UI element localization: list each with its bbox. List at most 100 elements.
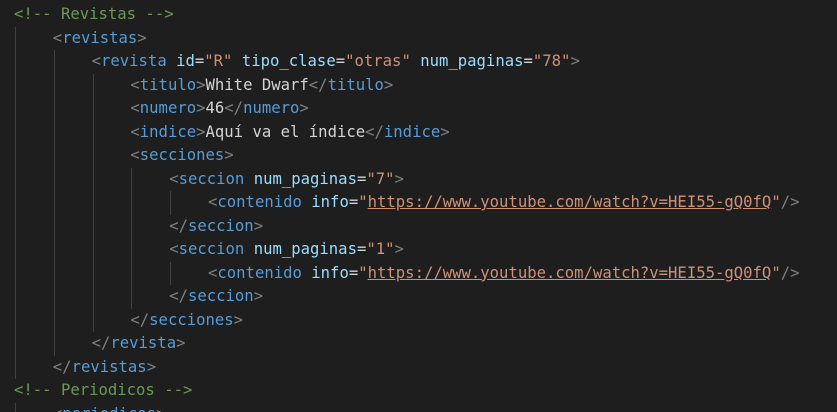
- code-token: "1": [366, 240, 395, 258]
- indent-guide: [131, 167, 133, 309]
- code-token: 46: [205, 99, 225, 117]
- code-token: indice: [139, 122, 197, 141]
- code-token: >: [196, 99, 206, 117]
- code-token: titulo: [139, 75, 197, 94]
- code-line[interactable]: <contenido info="https://www.youtube.com…: [208, 262, 800, 286]
- code-token: =: [335, 52, 346, 70]
- code-line[interactable]: <revistas>: [53, 27, 147, 51]
- code-token: ": [358, 263, 368, 282]
- code-token: contenido: [217, 193, 302, 211]
- code-line[interactable]: <seccion num_paginas="7">: [169, 168, 404, 192]
- code-line[interactable]: </revistas>: [53, 356, 156, 380]
- indent-guide: [15, 402, 16, 412]
- code-token: >: [394, 240, 404, 258]
- code-line[interactable]: <titulo>White Dwarf</titulo>: [130, 74, 393, 98]
- code-token: revistas: [62, 28, 138, 47]
- code-line[interactable]: </seccion>: [169, 285, 263, 309]
- code-line[interactable]: <revista id="R" tipo_clase="otras" num_p…: [92, 50, 580, 74]
- code-token: <: [130, 122, 140, 141]
- url-link[interactable]: https://www.youtube.com/watch?v=HEI55-gQ…: [368, 264, 772, 282]
- code-token: secciones: [149, 310, 234, 329]
- code-token: </: [130, 310, 150, 329]
- code-line[interactable]: <!-- Revistas -->: [14, 3, 174, 27]
- code-token: num_paginas: [253, 169, 357, 188]
- code-token: =: [356, 240, 367, 258]
- code-token: </: [169, 287, 188, 305]
- code-token: ": [771, 193, 781, 211]
- code-token: <: [169, 240, 179, 258]
- code-token: >: [224, 146, 234, 164]
- code-token: >: [253, 287, 264, 305]
- code-line[interactable]: <!-- Periodicos -->: [14, 379, 192, 403]
- code-token: >: [394, 169, 404, 188]
- code-token: <: [208, 263, 218, 282]
- code-token: revistas: [71, 357, 147, 376]
- indent-guide: [15, 26, 16, 379]
- code-token: secciones: [139, 146, 225, 164]
- code-token: =: [194, 52, 205, 70]
- code-token: seccion: [187, 287, 254, 305]
- code-token: <: [130, 99, 140, 117]
- code-line[interactable]: <indice>Aquí va el índice</indice>: [130, 121, 449, 145]
- code-token: />: [780, 193, 800, 211]
- code-line[interactable]: </secciones>: [130, 309, 243, 333]
- indent-guide: [170, 261, 172, 285]
- code-token: <!-- Periodicos -->: [14, 381, 193, 399]
- indent-guide: [53, 50, 55, 356]
- code-token: />: [780, 263, 800, 282]
- code-token: =: [348, 263, 359, 282]
- code-token: num_paginas: [420, 52, 524, 70]
- code-token: periodicos: [62, 405, 156, 412]
- code-token: =: [348, 193, 359, 211]
- code-line[interactable]: </revista>: [92, 332, 186, 356]
- code-token: numero: [139, 99, 197, 117]
- code-token: White Dwarf: [205, 75, 309, 94]
- code-token: <!-- Revistas -->: [14, 5, 174, 23]
- code-token: </: [308, 75, 328, 94]
- code-token: indice: [383, 122, 441, 141]
- code-token: contenido: [217, 263, 302, 282]
- code-line[interactable]: <numero>46</numero>: [130, 97, 308, 121]
- code-token: <: [130, 146, 140, 164]
- code-token: tipo_clase: [241, 52, 336, 70]
- code-token: =: [356, 169, 367, 188]
- code-line[interactable]: <seccion num_paginas="1">: [169, 238, 404, 262]
- indent-guide: [170, 191, 172, 215]
- code-line[interactable]: <contenido info="https://www.youtube.com…: [208, 191, 800, 215]
- code-token: seccion: [178, 169, 245, 188]
- code-line[interactable]: <periodicos>: [53, 403, 166, 412]
- code-token: <: [52, 28, 63, 47]
- code-token: >: [196, 75, 206, 94]
- code-token: ": [358, 193, 368, 211]
- code-token: revista: [100, 52, 167, 70]
- code-token: Aquí va el índice: [205, 122, 366, 141]
- code-token: >: [156, 405, 165, 412]
- code-token: >: [146, 357, 157, 376]
- code-token: info: [311, 263, 349, 282]
- code-token: </: [91, 334, 111, 352]
- url-link[interactable]: https://www.youtube.com/watch?v=HEI55-gQ…: [368, 193, 772, 211]
- code-token: </: [365, 122, 384, 141]
- code-token: numero: [243, 99, 300, 117]
- code-token: </: [52, 357, 72, 376]
- code-token: num_paginas: [253, 240, 357, 258]
- code-token: >: [299, 99, 309, 117]
- code-line[interactable]: </seccion>: [169, 215, 263, 239]
- code-token: titulo: [327, 75, 384, 94]
- code-token: >: [383, 75, 394, 94]
- code-token: ": [771, 263, 781, 282]
- code-editor[interactable]: <!-- Revistas --> <revistas> <revista id="…: [0, 0, 837, 412]
- code-token: >: [137, 28, 147, 47]
- code-token: "otras": [345, 52, 411, 70]
- code-token: >: [196, 122, 206, 141]
- code-token: >: [253, 216, 264, 235]
- code-token: seccion: [178, 240, 245, 258]
- code-token: >: [233, 310, 244, 329]
- code-token: seccion: [187, 216, 254, 235]
- code-line[interactable]: <secciones>: [130, 144, 233, 168]
